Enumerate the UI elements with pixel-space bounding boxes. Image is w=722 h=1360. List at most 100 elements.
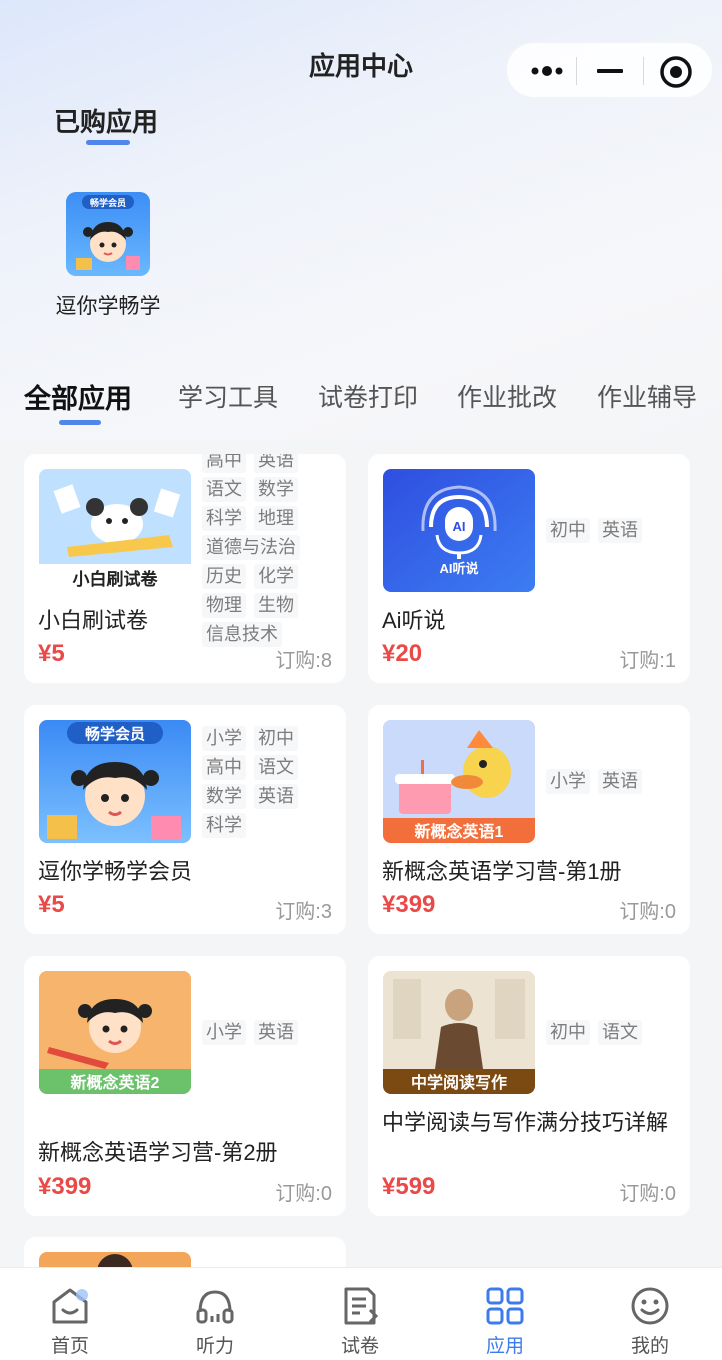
nav-label: 首页 [50,1336,89,1357]
tag: 英语 [254,783,298,809]
tab-active-underline [59,420,101,425]
app-price: ¥399 [38,1173,92,1200]
subscription-count: 订购:0 [619,901,676,923]
thumb-label: 畅学会员 [85,725,145,743]
tab-all-apps[interactable]: 全部应用 [24,377,132,416]
tag: 科学 [202,812,246,838]
home-icon [52,1288,88,1324]
thumb-label: 新概念英语2 [71,1073,160,1092]
close-target-icon[interactable] [659,55,693,89]
subscription-count: 订购:3 [275,901,332,923]
tag: 英语 [254,454,298,473]
nav-mine[interactable]: 我的 [600,1268,700,1360]
app-price: ¥599 [382,1173,436,1200]
app-title: 逗你学畅学会员 [38,859,193,884]
app-card-new-concept-2[interactable]: 新概念英语2 小学 英语 新概念英语学习营-第2册 ¥399 订购:0 [24,956,346,1216]
smile-icon [631,1287,669,1325]
tag: 语文 [202,476,246,502]
tag: 地理 [254,505,298,531]
tag: 高中 [202,454,246,473]
tag: 英语 [254,1020,298,1045]
app-title: 新概念英语学习营-第1册 [382,859,622,884]
tag: 英语 [598,769,642,794]
subscription-count: 订购:0 [619,1183,676,1205]
purchased-app-item[interactable]: 畅学会员 逗你学畅学 [46,192,170,320]
tab-homework-grading[interactable]: 作业批改 [457,378,557,414]
nav-home[interactable]: 首页 [20,1268,120,1360]
thumb-label: AI听说 [439,561,478,576]
app-card-reading-writing[interactable]: 中学阅读写作 初中 语文 中学阅读与写作满分技巧详解 ¥599 订购:0 [368,956,690,1216]
tag: 历史 [202,563,246,589]
nav-label: 我的 [630,1336,669,1357]
app-price: ¥20 [382,640,423,667]
nav-label: 应用 [485,1336,524,1357]
tag: 初中 [254,725,298,751]
tag: 初中 [546,1020,590,1045]
tag: 科学 [202,505,246,531]
tag-list: 初中 语文 [544,971,684,1094]
more-icon[interactable] [529,63,569,79]
nav-label: 听力 [195,1336,234,1357]
tag: 英语 [598,518,642,543]
tab-homework-tutoring[interactable]: 作业辅导 [597,378,697,414]
apps-grid-icon [486,1287,524,1325]
svg-text:AI: AI [453,519,466,534]
tag-list: 小学 初中 高中 语文 数学 英语 科学 [200,720,340,843]
purchased-app-name: 逗你学畅学 [55,295,161,318]
subscription-count: 订购:8 [275,650,332,672]
app-title: Ai听说 [382,608,446,633]
tab-learning-tools[interactable]: 学习工具 [178,378,278,414]
purchased-section-title: 已购应用 [54,107,159,137]
tab-paper-printing[interactable]: 试卷打印 [318,378,418,414]
app-thumbnail: 畅学会员 [39,720,191,843]
nav-listening[interactable]: 听力 [165,1268,265,1360]
app-price: ¥5 [38,891,65,918]
app-card-xiaobai[interactable]: 小白刷试卷 高中 英语 语文 数学 科学 地理 道德与法治 历史 化学 物理 生… [24,454,346,683]
app-title: 小白刷试卷 [38,608,149,633]
subscription-count: 订购:1 [619,650,676,672]
tag: 道德与法治 [202,534,300,560]
app-card-changxue-member[interactable]: 畅学会员 小学 初中 高中 语文 数学 英语 科学 逗你学畅学会员 ¥5 订购:… [24,705,346,934]
nav-apps[interactable]: 应用 [455,1268,555,1360]
tag-list: 初中 英语 [544,469,684,592]
app-thumbnail: 小白刷试卷 [39,469,191,592]
bottom-tab-bar: 首页 听力 试卷 应用 我的 [0,1267,722,1360]
tag: 语文 [254,754,298,780]
app-title: 中学阅读与写作满分技巧详解 [382,1110,669,1135]
subscription-count: 订购:0 [275,1183,332,1205]
tag: 小学 [202,1020,246,1045]
tag: 初中 [546,518,590,543]
tag: 数学 [254,476,298,502]
app-card-ai-listening[interactable]: AI AI听说 初中 英语 Ai听说 ¥20 订购:1 [368,454,690,683]
app-thumbnail: 新概念英语2 [39,971,191,1094]
app-price: ¥399 [382,891,436,918]
capsule-divider [576,57,577,85]
app-thumbnail: AI AI听说 [383,469,535,592]
app-card-new-concept-1[interactable]: 新概念英语1 小学 英语 新概念英语学习营-第1册 ¥399 订购:0 [368,705,690,934]
thumb-label: 新概念英语1 [415,822,504,841]
app-thumbnail: 新概念英语1 [383,720,535,843]
tag: 小学 [202,725,246,751]
tag: 化学 [254,563,298,589]
tag: 语文 [598,1020,642,1045]
section-underline [86,140,130,145]
tag: 高中 [202,754,246,780]
capsule-divider [643,57,644,85]
minimize-icon[interactable] [597,60,623,82]
document-icon [344,1287,379,1325]
headphones-icon [196,1290,234,1324]
app-icon: 畅学会员 [66,192,150,276]
nav-label: 试卷 [340,1336,379,1357]
tag-list: 小学 英语 [544,720,684,843]
app-thumbnail: 中学阅读写作 [383,971,535,1094]
tag-list: 小学 英语 [200,971,340,1094]
purchased-app-badge: 畅学会员 [90,197,126,208]
category-tabs: 全部应用 学习工具 试卷打印 作业批改 作业辅导 [0,378,722,428]
tag: 数学 [202,783,246,809]
thumb-label: 中学阅读写作 [411,1073,507,1092]
app-price: ¥5 [38,640,65,667]
nav-papers[interactable]: 试卷 [310,1268,410,1360]
mini-program-capsule [506,42,713,98]
tag: 小学 [546,769,590,794]
app-title: 新概念英语学习营-第2册 [38,1140,278,1165]
